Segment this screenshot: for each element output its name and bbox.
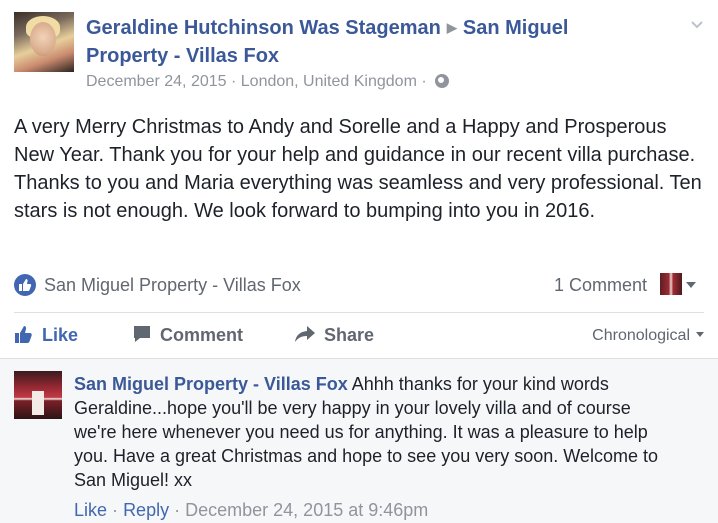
- meta-separator: ·: [421, 73, 427, 90]
- sort-label: Chronological: [592, 327, 690, 344]
- sort-dropdown[interactable]: Chronological: [592, 326, 704, 346]
- like-button[interactable]: Like: [14, 324, 78, 346]
- commenter-avatar[interactable]: [14, 371, 62, 419]
- avatar-face: [30, 22, 56, 56]
- comment-count-link[interactable]: 1 Comment: [554, 274, 647, 296]
- globe-icon[interactable]: [435, 74, 450, 88]
- post-header: Geraldine Hutchinson Was Stageman ▶ San Mi…: [14, 12, 704, 96]
- like-reaction-icon[interactable]: [14, 274, 36, 296]
- action-bar: Like Comment Share Chronological: [14, 318, 704, 352]
- post-text: A very Merry Christmas to Andy and Sorel…: [14, 116, 702, 222]
- commenter-thumbnail[interactable]: [660, 273, 682, 295]
- like-label: Like: [42, 325, 79, 345]
- comment-like-link[interactable]: Like: [74, 500, 107, 520]
- post-date-link[interactable]: December 24, 2015: [86, 73, 227, 90]
- post-location-link[interactable]: London, United Kingdom: [241, 73, 417, 90]
- reactions-bar: San Miguel Property - Villas Fox 1 Comme…: [14, 270, 704, 298]
- share-label: Share: [324, 325, 375, 345]
- post-title: Geraldine Hutchinson Was Stageman ▶ San Mi…: [86, 14, 646, 70]
- chevron-down-icon[interactable]: [690, 18, 704, 32]
- comment-icon: [134, 326, 150, 342]
- arrow-right-icon: ▶: [446, 20, 457, 35]
- footer-separator: ·: [174, 500, 181, 520]
- avatar-door: [32, 391, 44, 415]
- share-button[interactable]: Share: [294, 324, 374, 346]
- comment-button[interactable]: Comment: [132, 324, 243, 346]
- thumbs-up-icon: [15, 326, 32, 343]
- share-arrow-icon: [295, 326, 315, 342]
- reaction-names-link[interactable]: San Miguel Property - Villas Fox: [44, 274, 301, 296]
- comments-section: San Miguel Property - Villas Fox Ahhh th…: [0, 358, 718, 523]
- divider: [14, 312, 704, 313]
- comment-label: Comment: [160, 325, 244, 345]
- footer-separator: ·: [112, 500, 119, 520]
- caret-down-icon: [696, 332, 704, 337]
- comment-timestamp[interactable]: December 24, 2015 at 9:46pm: [185, 500, 428, 520]
- meta-separator: ·: [230, 73, 237, 90]
- comment-author-link[interactable]: San Miguel Property - Villas Fox: [74, 374, 348, 394]
- post-meta: December 24, 2015 · London, United Kingd…: [86, 72, 450, 92]
- thumbs-up-icon: [19, 279, 32, 291]
- author-name-link[interactable]: Geraldine Hutchinson Was Stageman: [86, 17, 441, 39]
- caret-down-icon[interactable]: [686, 282, 696, 288]
- comment-footer: Like · Reply · December 24, 2015 at 9:46…: [74, 499, 428, 521]
- comment-body: San Miguel Property - Villas Fox Ahhh th…: [74, 372, 674, 492]
- author-avatar[interactable]: [14, 12, 74, 72]
- comment-reply-link[interactable]: Reply: [123, 500, 169, 520]
